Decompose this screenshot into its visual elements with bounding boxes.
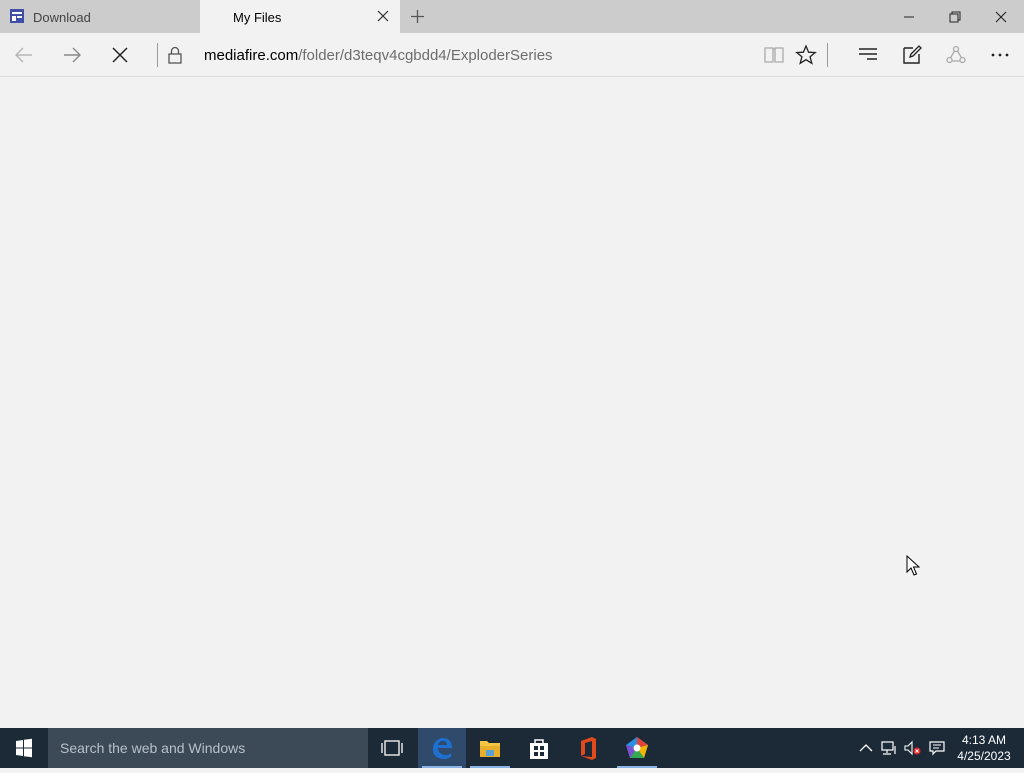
tab-label: My Files (233, 10, 282, 25)
taskbar-office[interactable] (564, 728, 612, 768)
windows-start-icon[interactable] (0, 728, 48, 768)
clock-date: 4/25/2023 (957, 749, 1011, 763)
forward-arrow-icon[interactable] (61, 44, 83, 66)
close-icon[interactable] (377, 10, 389, 22)
address-bar[interactable]: mediafire.com/folder/d3teqv4cgbdd4/Explo… (204, 47, 553, 64)
divider (827, 43, 828, 67)
task-view-button[interactable] (368, 728, 416, 768)
close-window-button[interactable] (978, 0, 1024, 33)
task-view-icon (381, 740, 403, 756)
colorful-pentagon-app-icon (626, 737, 648, 758)
tab-strip: Download My Files (0, 0, 1024, 33)
store-bag-icon (530, 739, 548, 759)
search-placeholder: Search the web and Windows (60, 740, 246, 756)
clock-time: 4:13 AM (961, 733, 1007, 747)
web-note-pen-icon[interactable] (901, 44, 923, 66)
tab-my-files[interactable]: My Files (200, 0, 400, 33)
address-path: /folder/d3teqv4cgbdd4/ExploderSeries (298, 47, 553, 64)
tab-download[interactable]: Download (0, 0, 200, 33)
star-icon[interactable] (795, 44, 817, 66)
stop-icon[interactable] (109, 44, 131, 66)
mouse-cursor-icon (906, 555, 920, 576)
network-icon[interactable] (880, 740, 898, 756)
action-center-icon[interactable] (928, 740, 946, 756)
lock-icon (168, 46, 182, 64)
divider (157, 43, 158, 67)
restore-button[interactable] (932, 0, 978, 33)
taskbar-store[interactable] (515, 728, 563, 768)
page-favicon-icon (10, 9, 24, 23)
taskbar-file-explorer[interactable] (466, 728, 514, 768)
clock[interactable]: 4:13 AM 4/25/2023 (952, 732, 1016, 764)
minimize-button[interactable] (886, 0, 932, 33)
restore-icon (949, 11, 961, 23)
edge-browser-icon (433, 738, 452, 759)
taskbar-edge[interactable] (418, 728, 466, 768)
reading-view-book-icon[interactable] (763, 44, 785, 66)
more-ellipsis-icon[interactable] (989, 44, 1011, 66)
hub-icon[interactable] (857, 44, 879, 66)
address-host: mediafire.com (204, 47, 299, 64)
back-arrow-icon[interactable] (13, 44, 35, 66)
close-icon (995, 11, 1007, 23)
folder-icon (480, 741, 500, 757)
share-icon[interactable] (945, 44, 967, 66)
taskbar-app[interactable] (613, 728, 661, 768)
chevron-up-icon[interactable] (857, 740, 875, 756)
minimize-icon (904, 16, 914, 18)
tab-label: Download (33, 10, 91, 25)
navigation-bar: mediafire.com/folder/d3teqv4cgbdd4/Explo… (0, 33, 1024, 77)
search-box[interactable]: Search the web and Windows (48, 728, 368, 768)
taskbar: Search the web and Windows 4:13 AM 4/25/… (0, 728, 1024, 768)
volume-muted-icon[interactable] (903, 740, 921, 756)
page-content (0, 77, 1024, 728)
new-tab-plus-icon[interactable] (408, 7, 427, 26)
office-icon (581, 737, 596, 760)
